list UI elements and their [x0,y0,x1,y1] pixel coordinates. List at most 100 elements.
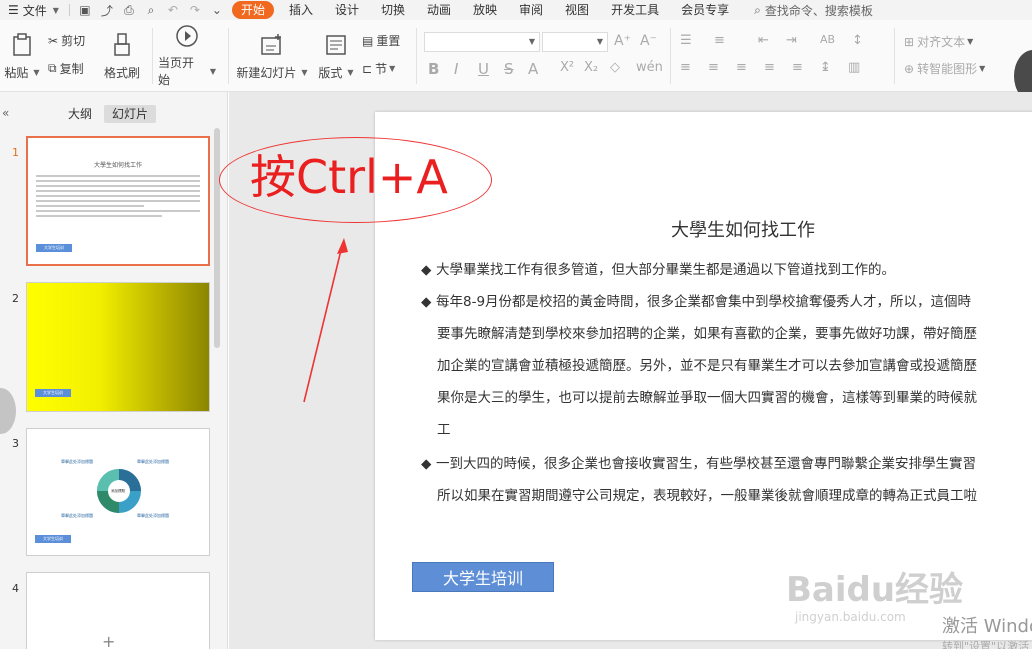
slide-thumbnail-3[interactable]: 單擊此处添加標題 單擊此处添加標題 單擊此处添加標題 單擊此处添加標題 添加標題… [26,428,210,556]
tab-home[interactable]: 开始 [231,1,274,19]
decrease-indent-icon[interactable]: ⇤ [758,33,769,48]
layout-button[interactable]: 版式 ▼ [316,26,356,86]
tab-transition[interactable]: 切换 [370,0,416,20]
slide-training-button[interactable]: 大学生培训 [412,562,554,592]
save-icon[interactable]: ▣ [78,3,92,17]
slide-thumbnail-1[interactable]: 大學生如何找工作 大学生培训 [26,136,210,266]
increase-indent-icon[interactable]: ⇥ [786,33,797,48]
layout-icon [323,32,349,58]
bullet-2[interactable]: ◆ 每年8-9月份都是校招的黃金時間，很多企業都會集中到學校搶奪優秀人才，所以，這… [421,290,971,310]
tab-outline[interactable]: 大纲 [60,105,100,123]
thumb-text-line [36,190,200,192]
subscript-icon[interactable]: X₂ [584,60,598,75]
bold-icon[interactable]: B [428,60,439,78]
paragraph-spacing-icon[interactable]: ↨ [820,60,831,75]
pinyin-icon[interactable]: wén [636,60,663,75]
panel-tabs: « 大纲 幻灯片 [0,92,228,132]
play-icon [174,24,200,48]
smart-graphic-label: 转智能图形 [917,62,978,76]
bullet-3-line-2: 所以如果在實習期間遵守公司規定，表現較好，一般畢業後就會順理成章的轉為正式員工啦 [437,488,977,504]
tab-developer[interactable]: 开发工具 [600,0,670,20]
slide-title[interactable]: 大學生如何找工作 [671,216,815,242]
file-menu[interactable]: ☰ 文件 ▼ [0,0,65,20]
font-grow-icon[interactable]: A⁺ [614,33,631,49]
undo-icon[interactable]: ↶ [166,3,180,17]
annotation-text: 按Ctrl+A [250,150,448,204]
slide-number-1: 1 [12,146,19,159]
bullet-1[interactable]: ◆ 大學畢業找工作有很多管道，但大部分畢業生都是通過以下管道找到工作的。 [421,258,895,278]
bullet-list-icon[interactable]: ☰ [680,33,692,48]
tab-view[interactable]: 视图 [554,0,600,20]
thumb-text-line [36,175,200,177]
file-menu-label: 文件 [22,3,47,18]
panel-scrollbar[interactable] [214,128,220,348]
justify-icon[interactable]: ≡ [764,60,775,75]
underline-icon[interactable]: U [478,60,489,78]
copy-icon: ⧉ [48,61,57,75]
distribute-icon[interactable]: ≡ [792,60,803,75]
tab-insert[interactable]: 插入 [278,0,324,20]
chevron-down-icon: ▼ [967,37,974,46]
print-preview-icon[interactable]: ⌕ [144,3,158,17]
font-size-select[interactable]: ▼ [542,32,608,52]
slide-thumbnail-2[interactable]: 大学生培训 [26,282,210,412]
align-right-icon[interactable]: ≡ [736,60,747,75]
align-text-button[interactable]: ⊞ 对齐文本 ▼ [904,33,973,50]
font-name-select[interactable]: ▼ [424,32,540,52]
new-slide-label: 新建幻灯片 [236,65,297,80]
bullet-3[interactable]: ◆ 一到大四的時候，很多企業也會接收實習生，有些學校甚至還會專門聯繫企業安排學生實… [421,452,976,472]
copy-button[interactable]: ⧉ 复制 [48,60,84,77]
italic-icon[interactable]: I [454,60,458,78]
paste-label: 粘贴 [4,65,29,80]
font-color-icon[interactable]: A [528,60,538,78]
print-icon[interactable]: ⎙ [122,3,136,17]
chevron-down-icon: ▼ [596,37,603,46]
diamond-bullet-icon: ◆ [421,294,432,310]
line-spacing-icon[interactable]: ↕ [852,33,863,48]
numbered-list-icon[interactable]: ≡ [714,33,725,48]
strikethrough-icon[interactable]: S [504,60,514,78]
side-floating-circle [0,388,16,434]
smart-graphic-button[interactable]: ⊕ 转智能图形 ▼ [904,60,985,77]
columns-icon[interactable]: ▥ [848,60,860,75]
share-icon[interactable]: ⤴ [100,3,114,18]
thumb3-label-1: 單擊此处添加標題 [61,459,93,464]
add-slide-icon[interactable]: + [102,632,115,649]
tab-animation[interactable]: 动画 [416,0,462,20]
format-painter-button[interactable]: 格式刷 [100,26,144,86]
chevron-down-icon: ▼ [33,67,40,77]
slide-thumbnail-4[interactable] [26,572,210,649]
bullet-2-line-4: 果你是大三的學生，也可以提前去瞭解並爭取一個大四實習的機會，這樣等到畢業的時候就 [437,390,977,406]
align-left-icon[interactable]: ≡ [680,60,691,75]
cut-button[interactable]: ✂ 剪切 [48,32,85,49]
bullet-1-text: 大學畢業找工作有很多管道，但大部分畢業生都是通過以下管道找到工作的。 [436,262,895,278]
command-search[interactable]: ⌕ 查找命令、搜索模板 [754,2,873,19]
font-shrink-icon[interactable]: A⁻ [640,33,657,49]
section-button[interactable]: ⊏ 节 ▼ [362,60,395,77]
redo-icon[interactable]: ↷ [188,3,202,17]
tab-design[interactable]: 设计 [324,0,370,20]
align-center-icon[interactable]: ≡ [708,60,719,75]
slide-number-3: 3 [12,437,19,450]
tab-slideshow[interactable]: 放映 [462,0,508,20]
new-slide-button[interactable]: 新建幻灯片 ▼ [236,26,308,86]
reset-button[interactable]: ▤ 重置 [362,32,400,49]
more-chevron-icon[interactable]: ⌄ [210,3,224,17]
baidu-watermark-logo: Baidu经验 [786,570,964,610]
separator [416,28,417,84]
menu-bar: ☰ 文件 ▼ ▣ ⤴ ⎙ ⌕ ↶ ↷ ⌄ 开始 插入 设计 切换 动画 放映 审… [0,0,1032,20]
tab-slides[interactable]: 幻灯片 [104,105,157,123]
search-icon: ⌕ [754,2,761,17]
tab-member[interactable]: 会员专享 [670,0,740,20]
play-from-current-button[interactable]: 当页开始 ▼ [158,24,216,87]
text-direction-icon[interactable]: AB [820,33,835,46]
play-from-current-label: 当页开始 [158,56,195,87]
tab-review[interactable]: 审阅 [508,0,554,20]
collapse-panel-icon[interactable]: « [2,106,9,120]
baidu-watermark-url: jingyan.baidu.com [795,610,906,624]
activate-windows-text: 激活 Windows [942,616,1032,637]
eraser-icon[interactable]: ◇ [610,60,620,75]
new-slide-icon [259,32,285,58]
superscript-icon[interactable]: X² [560,60,574,75]
paste-button[interactable]: 粘贴 ▼ [4,26,40,86]
